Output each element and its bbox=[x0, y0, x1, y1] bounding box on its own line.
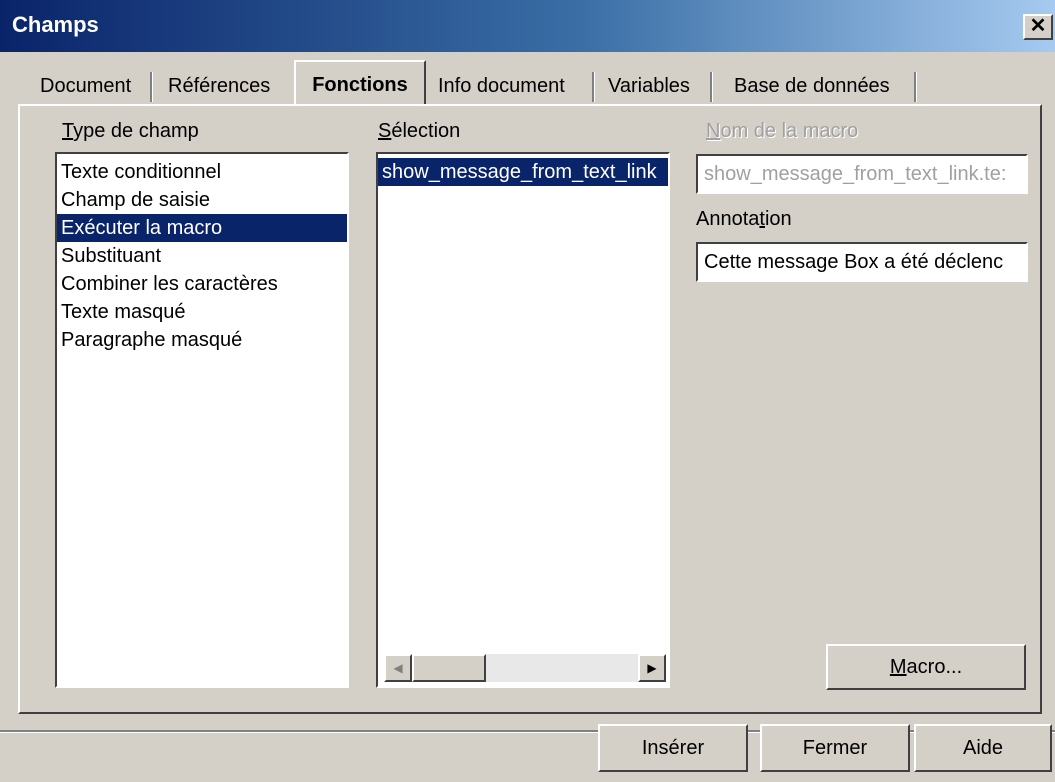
tab-variables[interactable]: Variables bbox=[600, 68, 698, 104]
tab-separator bbox=[710, 72, 713, 102]
tab-separator bbox=[150, 72, 153, 102]
list-item-selected[interactable]: show_message_from_text_link bbox=[378, 158, 668, 186]
close-window-button[interactable]: ✕ bbox=[1023, 14, 1053, 40]
scroll-right-button[interactable]: ▶ bbox=[638, 654, 666, 682]
tab-document[interactable]: Document bbox=[32, 68, 139, 104]
tab-info-document[interactable]: Info document bbox=[430, 68, 573, 104]
window-title: Champs bbox=[12, 12, 99, 37]
close-icon: ✕ bbox=[1029, 15, 1047, 37]
tab-base-de-donnees[interactable]: Base de données bbox=[726, 68, 898, 104]
list-item[interactable]: Texte conditionnel bbox=[57, 158, 347, 186]
list-item[interactable]: Substituant bbox=[57, 242, 347, 270]
nom-de-la-macro-field: show_message_from_text_link.te: bbox=[696, 154, 1028, 194]
list-item[interactable]: Paragraphe masqué bbox=[57, 326, 347, 354]
tab-separator bbox=[592, 72, 595, 102]
annotation-field[interactable]: Cette message Box a été déclenc bbox=[696, 242, 1028, 282]
insert-button[interactable]: Insérer bbox=[598, 724, 748, 772]
scroll-left-icon: ◀ bbox=[393, 661, 403, 675]
type-de-champ-list[interactable]: Texte conditionnel Champ de saisie Exécu… bbox=[55, 152, 349, 688]
horizontal-scrollbar[interactable]: ◀ ▶ bbox=[384, 654, 666, 682]
list-item[interactable]: Texte masqué bbox=[57, 298, 347, 326]
list-item[interactable]: Combiner les caractères bbox=[57, 270, 347, 298]
annotation-label: Annotation bbox=[696, 208, 792, 230]
tab-separator bbox=[914, 72, 917, 102]
macro-button[interactable]: Macro... bbox=[826, 644, 1026, 690]
scroll-right-icon: ▶ bbox=[647, 661, 657, 675]
list-item[interactable]: Champ de saisie bbox=[57, 186, 347, 214]
selection-label: Sélection bbox=[378, 120, 461, 142]
help-button[interactable]: Aide bbox=[914, 724, 1052, 772]
scrollbar-thumb[interactable] bbox=[412, 654, 486, 682]
tab-fonctions[interactable]: Fonctions bbox=[294, 60, 426, 106]
tab-references[interactable]: Références bbox=[160, 68, 278, 104]
type-de-champ-label: Type de champ bbox=[62, 120, 199, 142]
scroll-left-button[interactable]: ◀ bbox=[384, 654, 412, 682]
list-item-selected[interactable]: Exécuter la macro bbox=[57, 214, 347, 242]
nom-de-la-macro-label: Nom de la macro bbox=[706, 120, 859, 142]
close-button[interactable]: Fermer bbox=[760, 724, 910, 772]
selection-list[interactable]: show_message_from_text_link ◀ ▶ bbox=[376, 152, 670, 688]
title-bar bbox=[0, 0, 1055, 52]
